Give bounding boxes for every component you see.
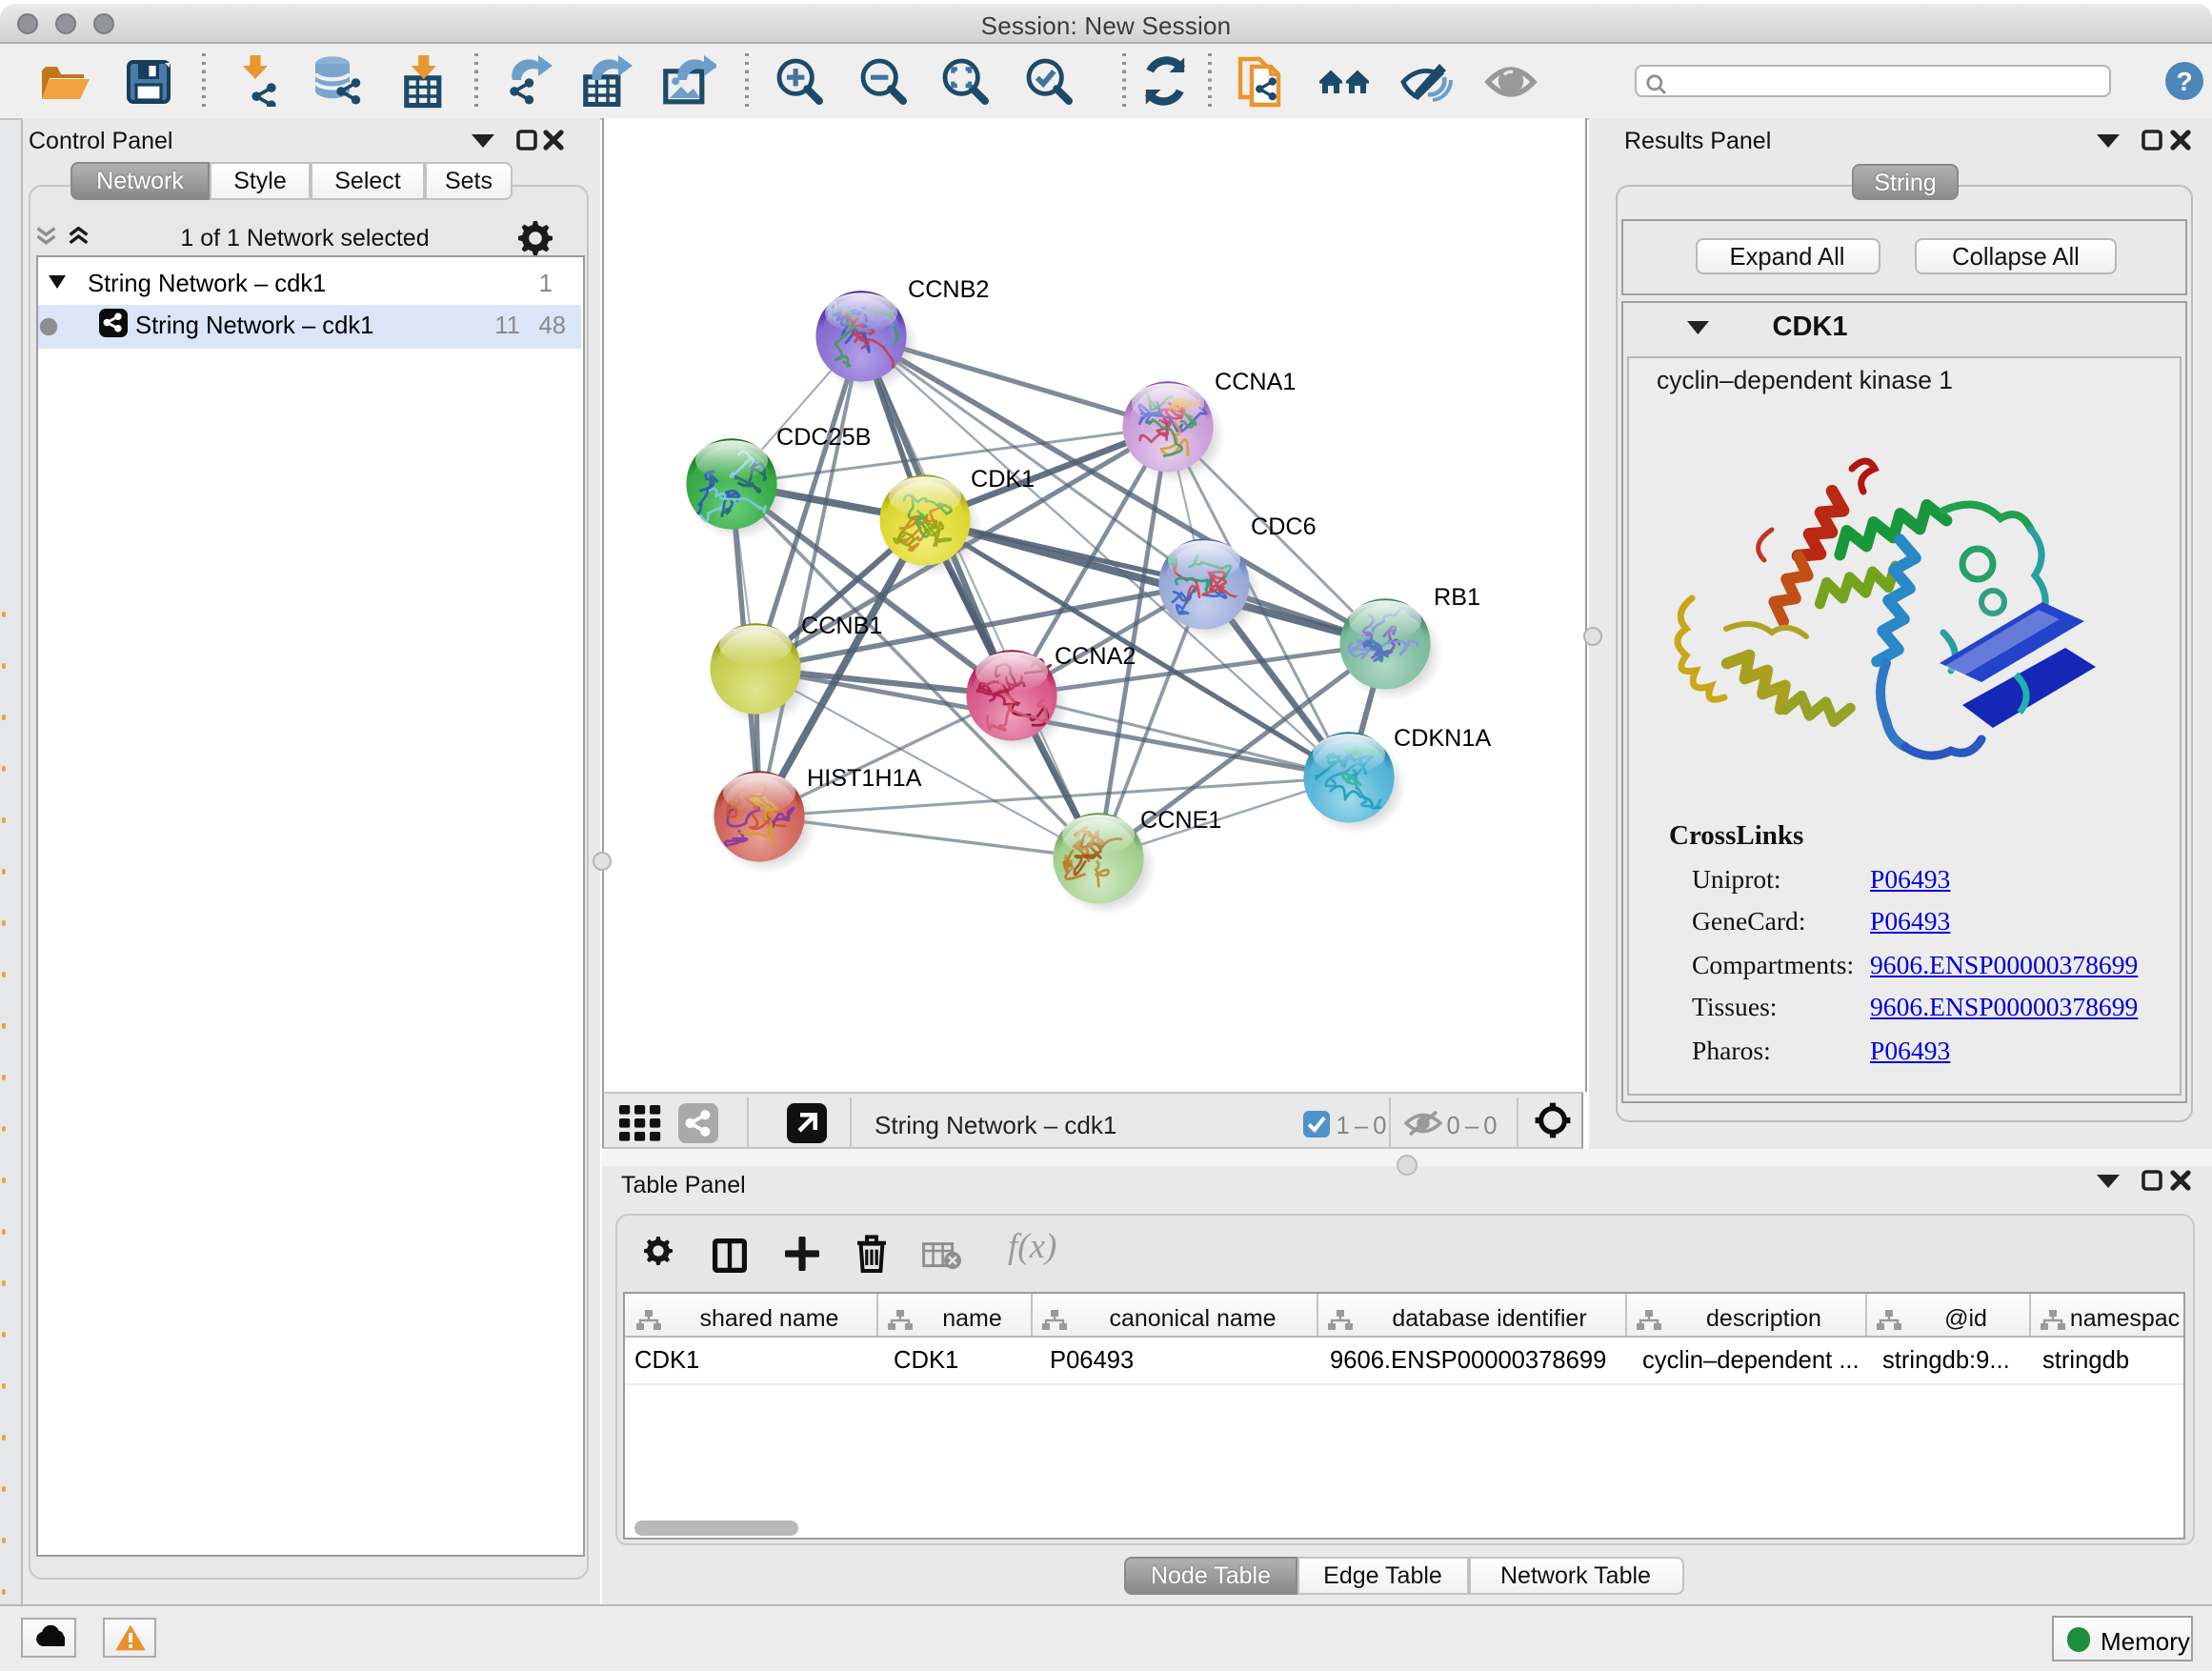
svg-text:CCNE1: CCNE1 xyxy=(1139,807,1220,834)
svg-text:CDK1: CDK1 xyxy=(970,466,1034,493)
svg-text:RB1: RB1 xyxy=(1433,584,1479,611)
svg-text:CCNA2: CCNA2 xyxy=(1054,643,1135,670)
svg-text:CCNB1: CCNB1 xyxy=(800,613,881,639)
svg-text:CDKN1A: CDKN1A xyxy=(1393,725,1490,752)
svg-text:HIST1H1A: HIST1H1A xyxy=(806,765,921,792)
svg-text:CDC25B: CDC25B xyxy=(775,424,870,451)
svg-text:CCNB2: CCNB2 xyxy=(907,276,988,303)
svg-text:CCNA1: CCNA1 xyxy=(1214,369,1295,395)
svg-text:CDC6: CDC6 xyxy=(1250,513,1316,540)
svg-text:?: ? xyxy=(2175,67,2191,96)
